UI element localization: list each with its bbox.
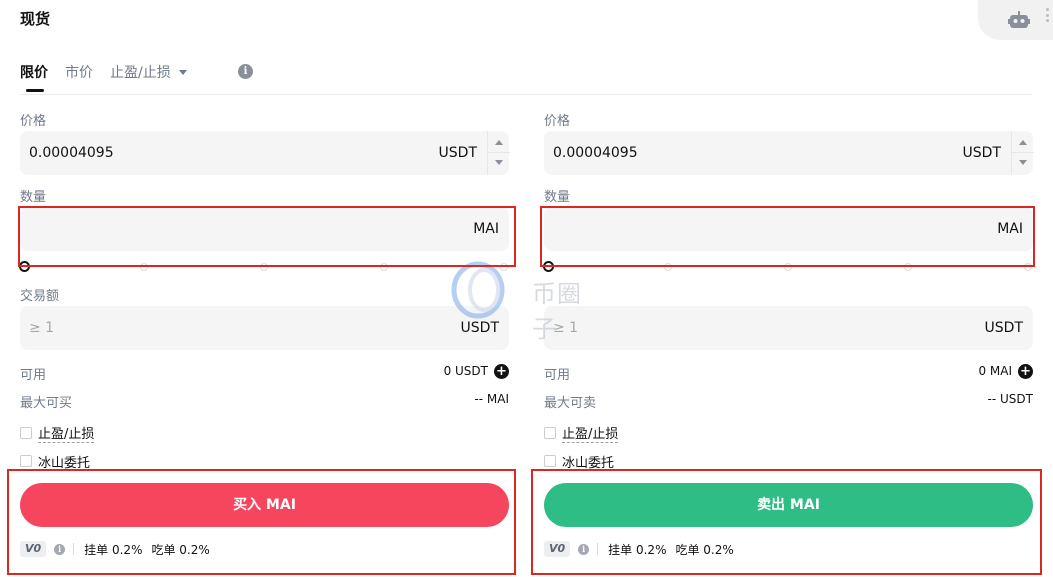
sell-price-unit: USDT [962, 145, 1001, 161]
buy-price-stepper[interactable] [487, 131, 510, 175]
buy-max-row: 最大可买 -- MAI [20, 392, 509, 411]
buy-amount-input[interactable]: ≥ 1 USDT [20, 306, 509, 350]
buy-tpsl-checkbox[interactable]: 止盈/止损 [20, 423, 95, 443]
sell-max-label: 最大可卖 [544, 396, 597, 411]
sell-tpsl-checkbox[interactable]: 止盈/止损 [544, 423, 619, 443]
sell-tpsl-label: 止盈/止损 [562, 423, 619, 443]
buy-price-unit: USDT [438, 145, 477, 161]
buy-max-label: 最大可买 [20, 396, 73, 411]
sell-iceberg-label: 冰山委托 [562, 455, 615, 471]
highlight-sell-qty [540, 206, 1035, 267]
sell-amount-unit: USDT [984, 320, 1023, 336]
highlight-buy-action [7, 469, 516, 575]
buy-available-value: 0 USDT [443, 364, 488, 378]
sell-price-stepper[interactable] [1011, 131, 1034, 175]
highlight-buy-qty [18, 206, 516, 267]
deposit-plus-icon[interactable]: + [494, 364, 509, 379]
buy-amount-unit: USDT [460, 320, 499, 336]
sell-amount-input[interactable]: ≥ 1 USDT [544, 306, 1033, 350]
more-icon[interactable] [1044, 8, 1050, 22]
checkbox-icon[interactable] [544, 455, 556, 467]
sell-available-value: 0 MAI [978, 364, 1012, 378]
buy-price-label: 价格 [20, 114, 47, 129]
checkbox-icon[interactable] [544, 427, 556, 439]
sell-available-label: 可用 [544, 368, 571, 383]
buy-amount-label: 交易额 [20, 289, 60, 304]
stepper-down-icon[interactable] [495, 160, 503, 165]
highlight-sell-action [531, 469, 1042, 575]
sell-price-label: 价格 [544, 114, 571, 129]
buy-max-value: -- MAI [474, 392, 509, 406]
buy-price-input[interactable]: 0.00004095 USDT [20, 131, 510, 175]
buy-available-row: 可用 0 USDT + [20, 364, 509, 383]
sell-max-value: -- USDT [987, 392, 1033, 406]
buy-iceberg-checkbox[interactable]: 冰山委托 [20, 453, 91, 471]
checkbox-icon[interactable] [20, 455, 32, 467]
sell-iceberg-checkbox[interactable]: 冰山委托 [544, 453, 615, 471]
buy-amount-placeholder: ≥ 1 [29, 320, 55, 336]
sell-price-input[interactable]: 0.00004095 USDT [544, 131, 1034, 175]
sell-available-row: 可用 0 MAI + [544, 364, 1033, 383]
sell-qty-label: 数量 [544, 190, 571, 205]
watermark-text: 币圈子 [532, 280, 582, 343]
buy-tpsl-label: 止盈/止损 [38, 423, 95, 443]
stepper-down-icon[interactable] [1019, 160, 1027, 165]
buy-iceberg-label: 冰山委托 [38, 455, 91, 471]
stepper-up-icon[interactable] [1019, 140, 1027, 145]
checkbox-icon[interactable] [20, 427, 32, 439]
sell-max-row: 最大可卖 -- USDT [544, 392, 1033, 411]
buy-available-label: 可用 [20, 368, 47, 383]
buy-qty-label: 数量 [20, 190, 47, 205]
buy-price-value: 0.00004095 [29, 145, 114, 161]
deposit-plus-icon[interactable]: + [1018, 364, 1033, 379]
watermark-logo-icon [451, 261, 505, 319]
stepper-up-icon[interactable] [495, 140, 503, 145]
watermark: 币圈子 [450, 260, 605, 343]
sell-price-value: 0.00004095 [553, 145, 638, 161]
